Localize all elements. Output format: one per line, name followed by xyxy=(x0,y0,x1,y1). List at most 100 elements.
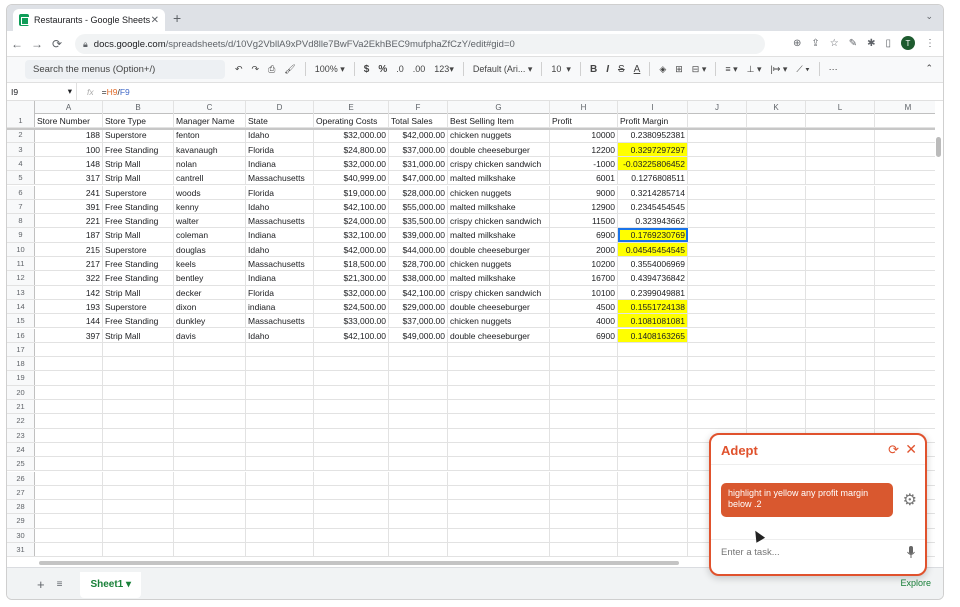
cell-k12[interactable] xyxy=(747,271,806,285)
paint-format-icon[interactable]: 🖌︎ xyxy=(284,64,295,75)
cell-b13[interactable]: Strip Mall xyxy=(103,285,174,299)
cell-j9[interactable] xyxy=(688,228,747,242)
cell-m22[interactable] xyxy=(875,414,935,427)
cell-m11[interactable] xyxy=(875,257,935,270)
cell-h11[interactable]: 10200 xyxy=(550,257,618,271)
cell-c13[interactable]: decker xyxy=(174,285,246,299)
cell-d24[interactable] xyxy=(246,442,314,457)
cell-b24[interactable] xyxy=(103,442,174,457)
cell-c31[interactable] xyxy=(174,543,246,557)
cell-l8[interactable] xyxy=(806,214,875,228)
cell-g8[interactable]: crispy chicken sandwich xyxy=(448,214,550,228)
explore-button[interactable]: Explore xyxy=(900,578,931,588)
cell-h15[interactable]: 4000 xyxy=(550,314,618,328)
cell-k5[interactable] xyxy=(747,171,806,185)
sheet-tab[interactable]: Sheet1 ▾ xyxy=(80,571,142,598)
refresh-icon[interactable]: ⟳ xyxy=(888,442,899,458)
cell-c10[interactable]: douglas xyxy=(174,242,246,256)
italic-button[interactable]: I xyxy=(606,64,609,75)
url-field[interactable]: 🔒︎ docs.google.com/spreadsheets/d/10Vg2V… xyxy=(75,34,765,54)
cell-m5[interactable] xyxy=(875,171,935,184)
row-number[interactable]: 1 xyxy=(7,114,35,128)
cell-d7[interactable]: Idaho xyxy=(246,199,314,214)
cell-c1[interactable]: Manager Name xyxy=(174,114,246,128)
cell-k8[interactable] xyxy=(747,214,806,228)
cell-b3[interactable]: Free Standing xyxy=(103,142,174,156)
cell-h18[interactable] xyxy=(550,357,618,371)
cell-a24[interactable] xyxy=(35,442,103,457)
cell-g25[interactable] xyxy=(448,457,550,471)
cell-g30[interactable] xyxy=(448,528,550,542)
cell-c18[interactable] xyxy=(174,357,246,371)
cell-c14[interactable]: dixon xyxy=(174,299,246,314)
cell-d29[interactable] xyxy=(246,514,314,528)
cell-f4[interactable]: $31,000.00 xyxy=(389,156,448,171)
fill-color-icon[interactable]: ◈ xyxy=(659,64,666,75)
cell-e15[interactable]: $33,000.00 xyxy=(314,314,389,328)
side-panel-icon[interactable]: ▯ xyxy=(885,38,891,49)
cell-f29[interactable] xyxy=(389,514,448,528)
cell-b16[interactable]: Strip Mall xyxy=(103,328,174,342)
print-icon[interactable]: ⎙ xyxy=(268,64,275,75)
cell-e22[interactable] xyxy=(314,414,389,428)
merge-cells-icon[interactable]: ⊟ ▾ xyxy=(692,64,707,75)
cell-l12[interactable] xyxy=(806,271,875,285)
cell-b22[interactable] xyxy=(103,414,174,428)
cell-e13[interactable]: $32,000.00 xyxy=(314,285,389,299)
column-header-i[interactable]: I xyxy=(618,101,688,114)
cell-i11[interactable]: 0.3554006969 xyxy=(618,257,688,271)
gear-icon[interactable]: ⚙ xyxy=(903,490,917,510)
cell-k10[interactable] xyxy=(747,242,806,256)
cell-a3[interactable]: 100 xyxy=(35,142,103,156)
cell-h14[interactable]: 4500 xyxy=(550,299,618,314)
cell-a6[interactable]: 241 xyxy=(35,185,103,199)
cell-c5[interactable]: cantrell xyxy=(174,171,246,185)
cell-c12[interactable]: bentley xyxy=(174,271,246,285)
horizontal-align-icon[interactable]: ≡ ▾ xyxy=(725,64,737,75)
cell-k15[interactable] xyxy=(747,314,806,328)
cell-e30[interactable] xyxy=(314,528,389,542)
cell-m16[interactable] xyxy=(875,329,935,342)
cell-m20[interactable] xyxy=(875,386,935,399)
cell-d28[interactable] xyxy=(246,500,314,514)
cell-k11[interactable] xyxy=(747,257,806,271)
cell-k4[interactable] xyxy=(747,156,806,171)
cell-i7[interactable]: 0.2345454545 xyxy=(618,199,688,214)
text-rotate-icon[interactable]: ⟋ ▾ xyxy=(796,64,809,75)
cell-m10[interactable] xyxy=(875,243,935,256)
cell-c27[interactable] xyxy=(174,485,246,500)
cell-l19[interactable] xyxy=(806,371,875,385)
cell-d3[interactable]: Florida xyxy=(246,142,314,156)
cell-m18[interactable] xyxy=(875,357,935,370)
cell-i1[interactable]: Profit Margin xyxy=(618,114,688,128)
cell-c8[interactable]: walter xyxy=(174,214,246,228)
cell-b4[interactable]: Strip Mall xyxy=(103,156,174,171)
cell-f7[interactable]: $55,000.00 xyxy=(389,199,448,214)
cell-c7[interactable]: kenny xyxy=(174,199,246,214)
cell-b26[interactable] xyxy=(103,471,174,485)
cell-j16[interactable] xyxy=(688,328,747,342)
cell-d27[interactable] xyxy=(246,485,314,500)
cell-a21[interactable] xyxy=(35,400,103,414)
cell-h1[interactable]: Profit xyxy=(550,114,618,128)
redo-icon[interactable]: ↷ xyxy=(252,64,260,75)
extension-icon[interactable]: ✎ xyxy=(849,38,857,49)
cell-g14[interactable]: double cheeseburger xyxy=(448,299,550,314)
cell-i28[interactable] xyxy=(618,500,688,514)
cell-f19[interactable] xyxy=(389,371,448,385)
vertical-scrollbar[interactable] xyxy=(936,137,941,157)
cell-h20[interactable] xyxy=(550,385,618,399)
cell-c15[interactable]: dunkley xyxy=(174,314,246,328)
cell-g22[interactable] xyxy=(448,414,550,428)
cell-i24[interactable] xyxy=(618,442,688,457)
cell-a27[interactable] xyxy=(35,485,103,500)
cell-h8[interactable]: 11500 xyxy=(550,214,618,228)
cell-k7[interactable] xyxy=(747,199,806,214)
cell-m7[interactable] xyxy=(875,200,935,213)
cell-h7[interactable]: 12900 xyxy=(550,199,618,214)
cell-d9[interactable]: Indiana xyxy=(246,228,314,242)
cell-b30[interactable] xyxy=(103,528,174,542)
more-tools-icon[interactable]: ⋯ xyxy=(829,64,838,75)
cell-g13[interactable]: crispy chicken sandwich xyxy=(448,285,550,299)
cell-b14[interactable]: Superstore xyxy=(103,299,174,314)
